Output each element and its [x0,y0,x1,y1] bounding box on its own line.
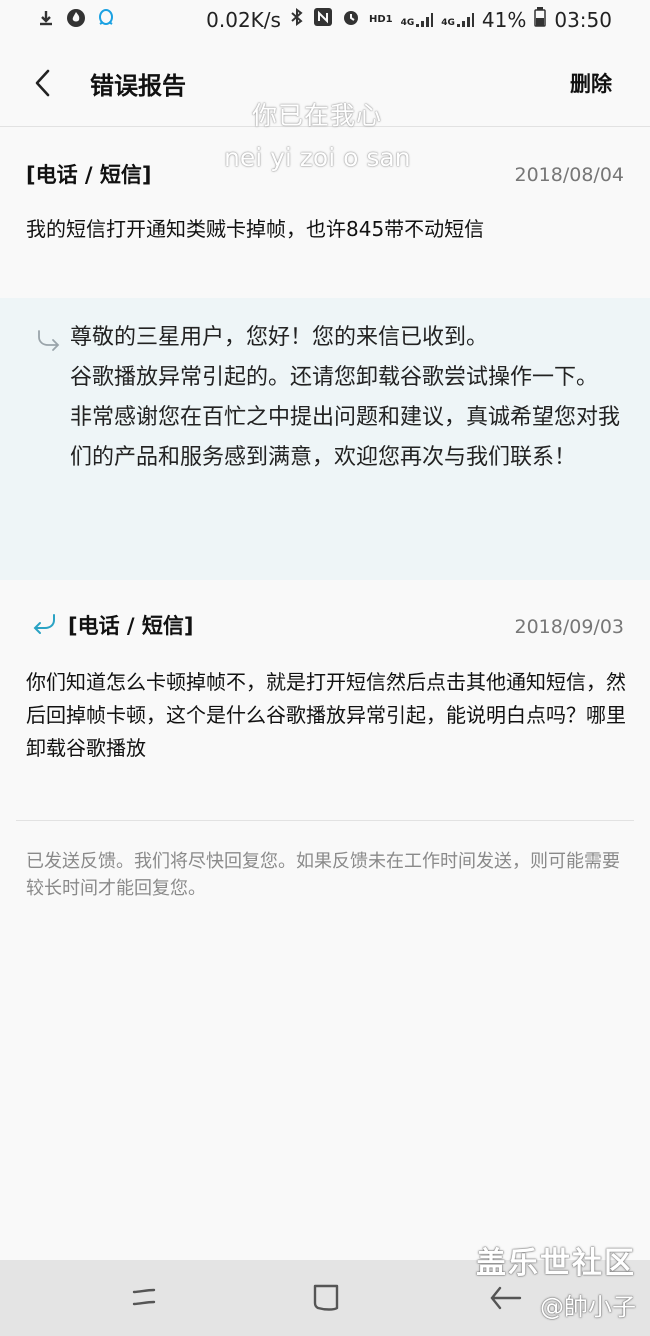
reply-paragraph-1: 尊敬的三星用户，您好！您的来信已收到。 [70,325,489,350]
support-reply: 尊敬的三星用户，您好！您的来信已收到。 谷歌播放异常引起的。还请您卸载谷歌尝试操… [0,298,650,580]
system-status: 0.02K/s HD1 4G 4G 41% 03:50 [206,7,612,32]
alarm-icon [341,7,361,32]
bluetooth-icon [289,7,305,32]
network-type-2: 4G [441,17,455,28]
signal-icon [416,12,434,27]
back-nav-icon [490,1286,522,1310]
home-icon [313,1284,339,1311]
watermark-line-2: nei yi zoi o san [224,143,411,172]
notification-icons [36,8,116,28]
battery-percent: 41% [481,7,527,32]
message-category: [电话 / 短信] [68,614,194,638]
clock: 03:50 [554,7,612,32]
back-arrow-icon [35,69,50,97]
message-text: 我的短信打开通知类贼卡掉帧，也许845带不动短信 [26,217,485,241]
page-title: 错误报告 [90,72,186,100]
net-speed: 0.02K/s [206,7,281,32]
recent-apps-icon [132,1288,156,1306]
battery-icon [534,7,547,32]
nfc-icon [313,7,333,32]
network-type-1: 4G [400,17,415,28]
status-bar: 0.02K/s HD1 4G 4G 41% 03:50 [0,0,650,40]
signal-1: 4G [401,12,434,28]
message-date: 2018/09/03 [514,616,624,638]
watermark-line-1: 你已在我心 [252,101,383,130]
signal-icon-2 [456,12,474,27]
recent-apps-button[interactable] [124,1280,164,1316]
home-button[interactable] [306,1280,346,1316]
hd-indicator: HD1 [368,14,393,25]
reply-paragraph-3: 非常感谢您在百忙之中提出问题和建议，真诚希望您对我们的产品和服务感到满意，欢迎您… [70,405,621,470]
back-nav-button[interactable] [486,1280,526,1316]
forum-watermark: 盖乐世社区 [476,1246,636,1281]
reply-paragraph-2: 谷歌播放异常引起的。还请您卸载谷歌尝试操作一下。 [70,365,599,390]
message-text: 你们知道怎么卡顿掉帧不，就是打开短信然后点击其他通知短信，然后回掉帧卡顿，这个是… [26,670,626,760]
reply-text: 尊敬的三星用户，您好！您的来信已收到。 谷歌播放异常引起的。还请您卸载谷歌尝试操… [70,318,620,478]
download-icon [36,8,56,28]
message-category: [电话 / 短信] [26,163,152,187]
message-date: 2018/08/04 [514,164,624,186]
divider [16,820,634,821]
delete-button[interactable]: 删除 [570,68,612,98]
back-button[interactable] [30,66,58,100]
qq-icon [96,8,116,28]
user-watermark: @帥小子 [540,1293,636,1321]
feedback-sent-note: 已发送反馈。我们将尽快回复您。如果反馈未在工作时间发送，则可能需要较长时间才能回… [26,851,620,899]
flame-app-icon [66,8,86,28]
reply-arrow-icon [36,329,64,353]
signal-2: 4G [441,12,474,28]
follow-up-arrow-icon [30,612,58,636]
